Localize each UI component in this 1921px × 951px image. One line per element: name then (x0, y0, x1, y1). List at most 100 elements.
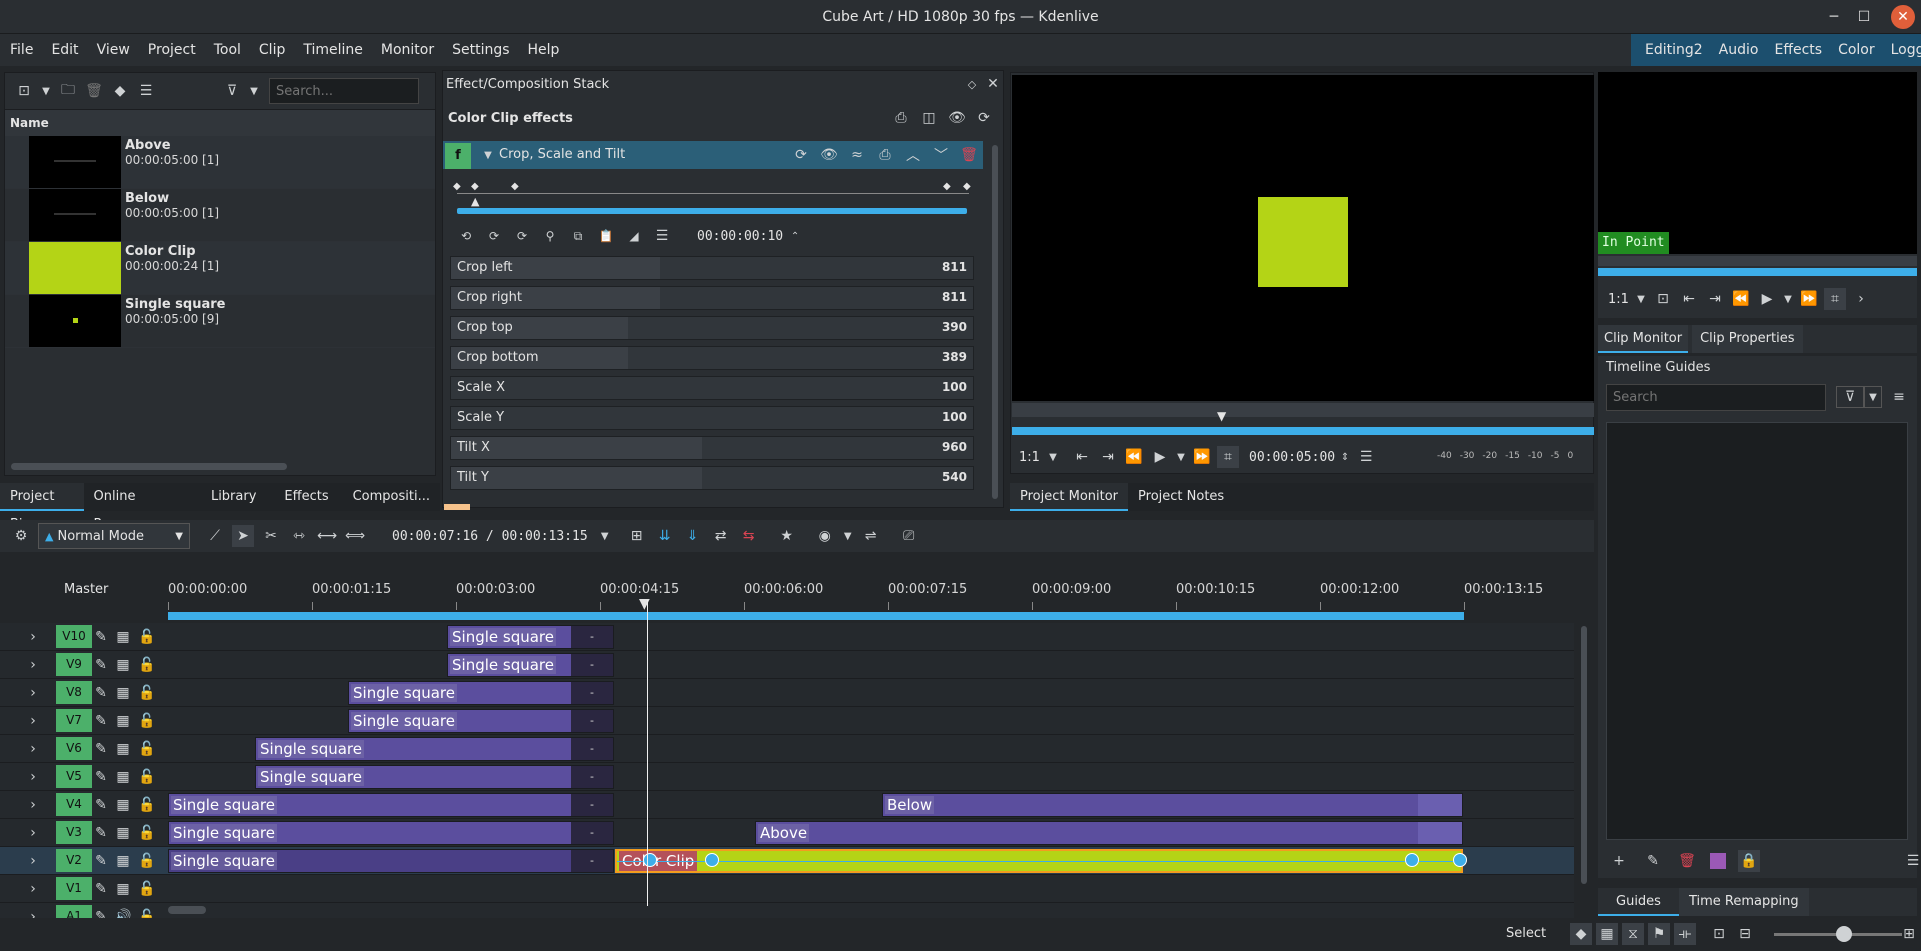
keyframe-marker[interactable]: ◆ (943, 181, 951, 192)
rewind-icon[interactable]: ⏪ (1123, 446, 1145, 468)
edit-track-icon[interactable]: ✎ (92, 878, 110, 900)
param-slider[interactable]: Crop right 811 (450, 286, 974, 310)
tab-time-remapping[interactable]: Time Remapping (1678, 888, 1809, 916)
track-row[interactable] (0, 679, 1574, 707)
timeline-clip[interactable]: Single square - (447, 625, 614, 649)
keyframe-marker[interactable]: ◆ (471, 181, 479, 192)
expand-track-icon[interactable]: › (26, 710, 40, 732)
menu-monitor[interactable]: Monitor (372, 34, 443, 66)
multicam-icon[interactable]: ⊞ (626, 525, 648, 547)
tab-clip-monitor[interactable]: Clip Monitor (1598, 325, 1689, 353)
lock-icon[interactable]: 🔓 (136, 738, 158, 760)
adjust-icon[interactable]: ≈ (846, 144, 868, 166)
film-icon[interactable]: ▦ (110, 822, 136, 844)
flag-icon[interactable]: ⚑ (1648, 923, 1670, 945)
chevron-down-icon[interactable]: ▼ (594, 525, 616, 547)
mixer-icon[interactable]: ⇌ (860, 525, 882, 547)
effect-header[interactable]: f ▼ Crop, Scale and Tilt ⟳ 👁 ≈ ⎙ ︿ ﹀ 🗑 (443, 141, 983, 169)
crop-icon[interactable]: ⌗ (1824, 288, 1846, 310)
track-row[interactable] (0, 875, 1574, 903)
tab-project-notes[interactable]: Project Notes (1128, 483, 1234, 511)
move-down-icon[interactable]: ﹀ (930, 144, 952, 166)
favorite-star-icon[interactable]: ★ (776, 525, 798, 547)
bin-item[interactable]: Below 00:00:05:00 [1] (5, 189, 435, 242)
save-stack-icon[interactable]: ⎙ (890, 107, 912, 129)
track-name[interactable]: V8 (56, 681, 92, 704)
paste-icon[interactable]: 📋 (595, 225, 617, 247)
tab-effects[interactable]: Effects (270, 483, 342, 511)
slip-tool-icon[interactable]: ⟺ (344, 525, 366, 547)
tab-online-resources[interactable]: Online Resour... (84, 483, 197, 532)
lock-icon[interactable]: 🔒 (1738, 850, 1760, 872)
delete-effect-icon[interactable]: 🗑 (958, 144, 980, 166)
keyframe-marker[interactable]: ◆ (453, 181, 461, 192)
film-icon[interactable]: ▦ (110, 626, 136, 648)
timeline-vscroll[interactable] (1581, 626, 1587, 884)
film-icon[interactable]: ▦ (110, 682, 136, 704)
film-icon[interactable]: ▦ (110, 794, 136, 816)
bin-item[interactable]: Color Clip 00:00:00:24 [1] (5, 242, 435, 295)
spin-icon[interactable]: ⇕ (1339, 446, 1351, 468)
expand-track-icon[interactable]: › (26, 654, 40, 676)
expand-track-icon[interactable]: › (26, 766, 40, 788)
timeline-clip[interactable]: Single square - (348, 709, 614, 733)
film-icon[interactable]: ▦ (110, 738, 136, 760)
menu-timeline[interactable]: Timeline (294, 34, 372, 66)
reset-icon[interactable]: ⟳ (973, 107, 995, 129)
tag-icon[interactable]: ◆ (109, 80, 131, 102)
chevron-down-icon[interactable]: ▼ (1634, 288, 1648, 310)
lock-icon[interactable]: 🔓 (136, 710, 158, 732)
menu-edit[interactable]: Edit (42, 34, 87, 66)
menu-tool[interactable]: Tool (205, 34, 250, 66)
chevron-right-icon[interactable]: › (1850, 288, 1872, 310)
keyframe-marker[interactable]: ◆ (511, 181, 519, 192)
tag-icon[interactable]: ◆ (1570, 923, 1592, 945)
insert-icon[interactable]: ⇊ (654, 525, 676, 547)
track-name[interactable]: V2 (56, 849, 92, 872)
layout-editing[interactable]: Editing2 (1637, 34, 1711, 66)
keyframe-playhead[interactable]: ▲ (471, 195, 479, 208)
track-name[interactable]: V5 (56, 765, 92, 788)
lock-icon[interactable]: 🔓 (136, 794, 158, 816)
timeline-clip[interactable]: Single square - (168, 849, 614, 873)
delete-icon[interactable]: 🗑 (83, 80, 105, 102)
expand-track-icon[interactable]: › (26, 878, 40, 900)
clip-progress-bar[interactable] (1598, 268, 1917, 276)
menu-clip[interactable]: Clip (250, 34, 294, 66)
add-clip-icon[interactable]: ⊡ (13, 80, 35, 102)
edit-track-icon[interactable]: ✎ (92, 822, 110, 844)
timeline-clip[interactable]: Single square - (168, 793, 614, 817)
filter-icon[interactable]: ⊽ (1836, 386, 1864, 408)
bin-horizontal-scrollbar[interactable] (11, 463, 287, 470)
set-out-icon[interactable]: ⇥ (1097, 446, 1119, 468)
zoom-slider-handle[interactable] (1836, 926, 1852, 942)
param-slider[interactable]: Scale Y 100 (450, 406, 974, 430)
monitor-timecode[interactable]: 00:00:05:00 (1249, 450, 1335, 465)
monitor-ruler[interactable] (1012, 403, 1594, 417)
layout-logging[interactable]: Logging (1883, 34, 1921, 66)
timeline-playhead-handle[interactable]: ▼ (639, 596, 650, 612)
effect-stack-hscroll[interactable] (444, 504, 470, 510)
param-slider[interactable]: Crop left 811 (450, 256, 974, 280)
keyframe-handle[interactable] (705, 853, 719, 867)
chevron-down-icon[interactable]: ▼ (842, 525, 854, 547)
close-icon[interactable]: ✕ (1891, 5, 1915, 29)
keyframe-timeline-bar[interactable] (457, 208, 967, 214)
move-up-icon[interactable]: ︿ (902, 144, 924, 166)
chevron-down-icon[interactable]: ▼ (1782, 288, 1794, 310)
spacer-tool-icon[interactable]: ⇿ (288, 525, 310, 547)
add-keyframe-icon[interactable]: ⟳ (511, 225, 533, 247)
menu-project[interactable]: Project (139, 34, 205, 66)
menu-help[interactable]: Help (519, 34, 569, 66)
track-name[interactable]: V3 (56, 821, 92, 844)
monitor-playhead[interactable]: ▼ (1217, 409, 1226, 423)
filter-icon[interactable]: ⊽ (221, 80, 243, 102)
keyframe-marker[interactable]: ◆ (963, 181, 971, 192)
zoom-fit-icon[interactable]: ⊡ (1708, 923, 1730, 945)
ripple-tool-icon[interactable]: ⟷ (316, 525, 338, 547)
hamburger-menu-icon[interactable]: ☰ (1902, 850, 1921, 872)
layout-effects[interactable]: Effects (1766, 34, 1830, 66)
track-name[interactable]: V1 (56, 877, 92, 900)
layout-color[interactable]: Color (1830, 34, 1883, 66)
tab-project-bin[interactable]: Project Bin (0, 483, 84, 532)
